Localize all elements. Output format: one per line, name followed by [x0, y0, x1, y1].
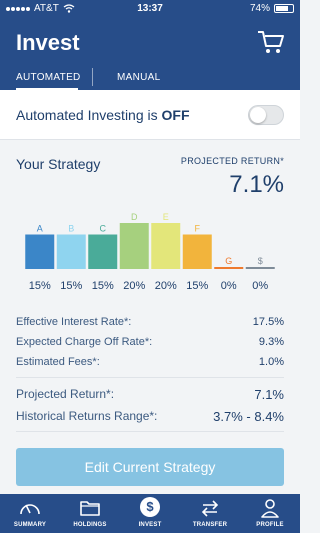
status-bar: AT&T 13:37 74%	[0, 0, 300, 18]
tab-automated[interactable]: AUTOMATED	[16, 72, 81, 83]
tab-holdings[interactable]: HOLDINGS	[60, 494, 120, 533]
bar-value-label: 20%	[155, 280, 177, 292]
battery-percent: 74%	[249, 3, 270, 14]
bar-D	[119, 223, 149, 269]
bar-category-label: D	[131, 212, 138, 222]
rate-label: Estimated Fees*:	[16, 356, 100, 368]
divider	[16, 377, 284, 378]
bar-category-label: $	[258, 256, 263, 266]
toggle-knob	[250, 107, 266, 123]
bar-C	[88, 234, 118, 269]
strategy-title: Your Strategy	[16, 156, 101, 172]
automated-state: OFF	[161, 107, 190, 123]
folder-icon	[80, 501, 100, 516]
rate-label: Expected Charge Off Rate*:	[16, 336, 153, 348]
bottom-tab-bar: SUMMARY HOLDINGS $ INVEST TRANSFER PROFI…	[0, 494, 300, 533]
automated-investing-label: Automated Investing is OFF	[16, 107, 190, 123]
bar-category-label: G	[225, 256, 232, 266]
return-label: Projected Return*:	[16, 387, 115, 401]
bar-value-label: 20%	[123, 280, 145, 292]
tabs: AUTOMATED MANUAL	[0, 66, 300, 90]
tab-label: SUMMARY	[13, 522, 47, 528]
bar-A	[25, 234, 55, 269]
bar-value-label: 15%	[29, 280, 51, 292]
return-value: 3.7% - 8.4%	[213, 409, 284, 424]
header: Invest AUTOMATED MANUAL	[0, 18, 300, 90]
allocation-chart: A 15% B 15% C 15% D 20% E 20% F 15% G 0% $0%	[24, 205, 276, 295]
bar-B	[56, 234, 86, 269]
tab-label: TRANSFER	[192, 522, 228, 528]
bar-category-label: E	[163, 212, 169, 222]
bar-$	[245, 267, 275, 269]
bar-F	[182, 234, 212, 269]
rate-value: 9.3%	[258, 336, 284, 348]
tab-transfer[interactable]: TRANSFER	[180, 494, 240, 533]
tab-label: INVEST	[138, 522, 162, 528]
tab-divider	[92, 68, 93, 86]
return-value: 7.1%	[254, 387, 284, 402]
bar-E	[151, 223, 181, 269]
bar-category-label: C	[100, 224, 107, 234]
bar-category-label: F	[195, 224, 201, 234]
bar-G	[214, 267, 244, 269]
tab-profile[interactable]: PROFILE	[240, 494, 300, 533]
rate-label: Effective Interest Rate*:	[16, 316, 132, 328]
transfer-icon	[201, 500, 219, 517]
page-title: Invest	[16, 30, 80, 55]
bar-value-label: 15%	[92, 280, 114, 292]
automated-investing-row: Automated Investing is OFF	[0, 90, 300, 140]
bar-value-label: 15%	[60, 280, 82, 292]
battery-icon	[274, 4, 294, 13]
bar-category-label: A	[37, 224, 43, 234]
rate-value: 1.0%	[258, 356, 284, 368]
divider	[16, 431, 284, 432]
rate-value: 17.5%	[252, 316, 284, 328]
dollar-icon: $	[140, 497, 160, 517]
bar-category-label: B	[68, 224, 74, 234]
projected-return-value: 7.1%	[229, 171, 284, 198]
bar-value-label: 0%	[252, 280, 268, 292]
edit-strategy-button[interactable]: Edit Current Strategy	[16, 448, 284, 486]
tab-label: HOLDINGS	[73, 522, 107, 528]
tab-label: PROFILE	[256, 522, 284, 528]
gauge-icon	[20, 504, 40, 515]
tab-invest[interactable]: $ INVEST	[120, 494, 180, 533]
tab-manual[interactable]: MANUAL	[117, 72, 160, 83]
cart-icon[interactable]	[256, 28, 286, 56]
return-label: Historical Returns Range*:	[16, 409, 158, 423]
bar-value-label: 15%	[186, 280, 208, 292]
tab-summary[interactable]: SUMMARY	[0, 494, 60, 533]
bar-value-label: 0%	[221, 280, 237, 292]
person-icon	[261, 499, 279, 518]
projected-return-label: PROJECTED RETURN*	[180, 156, 284, 166]
allocation-chart-svg: A 15% B 15% C 15% D 20% E 20% F 15% G 0% $0%	[25, 212, 275, 292]
automated-investing-toggle[interactable]	[248, 105, 284, 125]
